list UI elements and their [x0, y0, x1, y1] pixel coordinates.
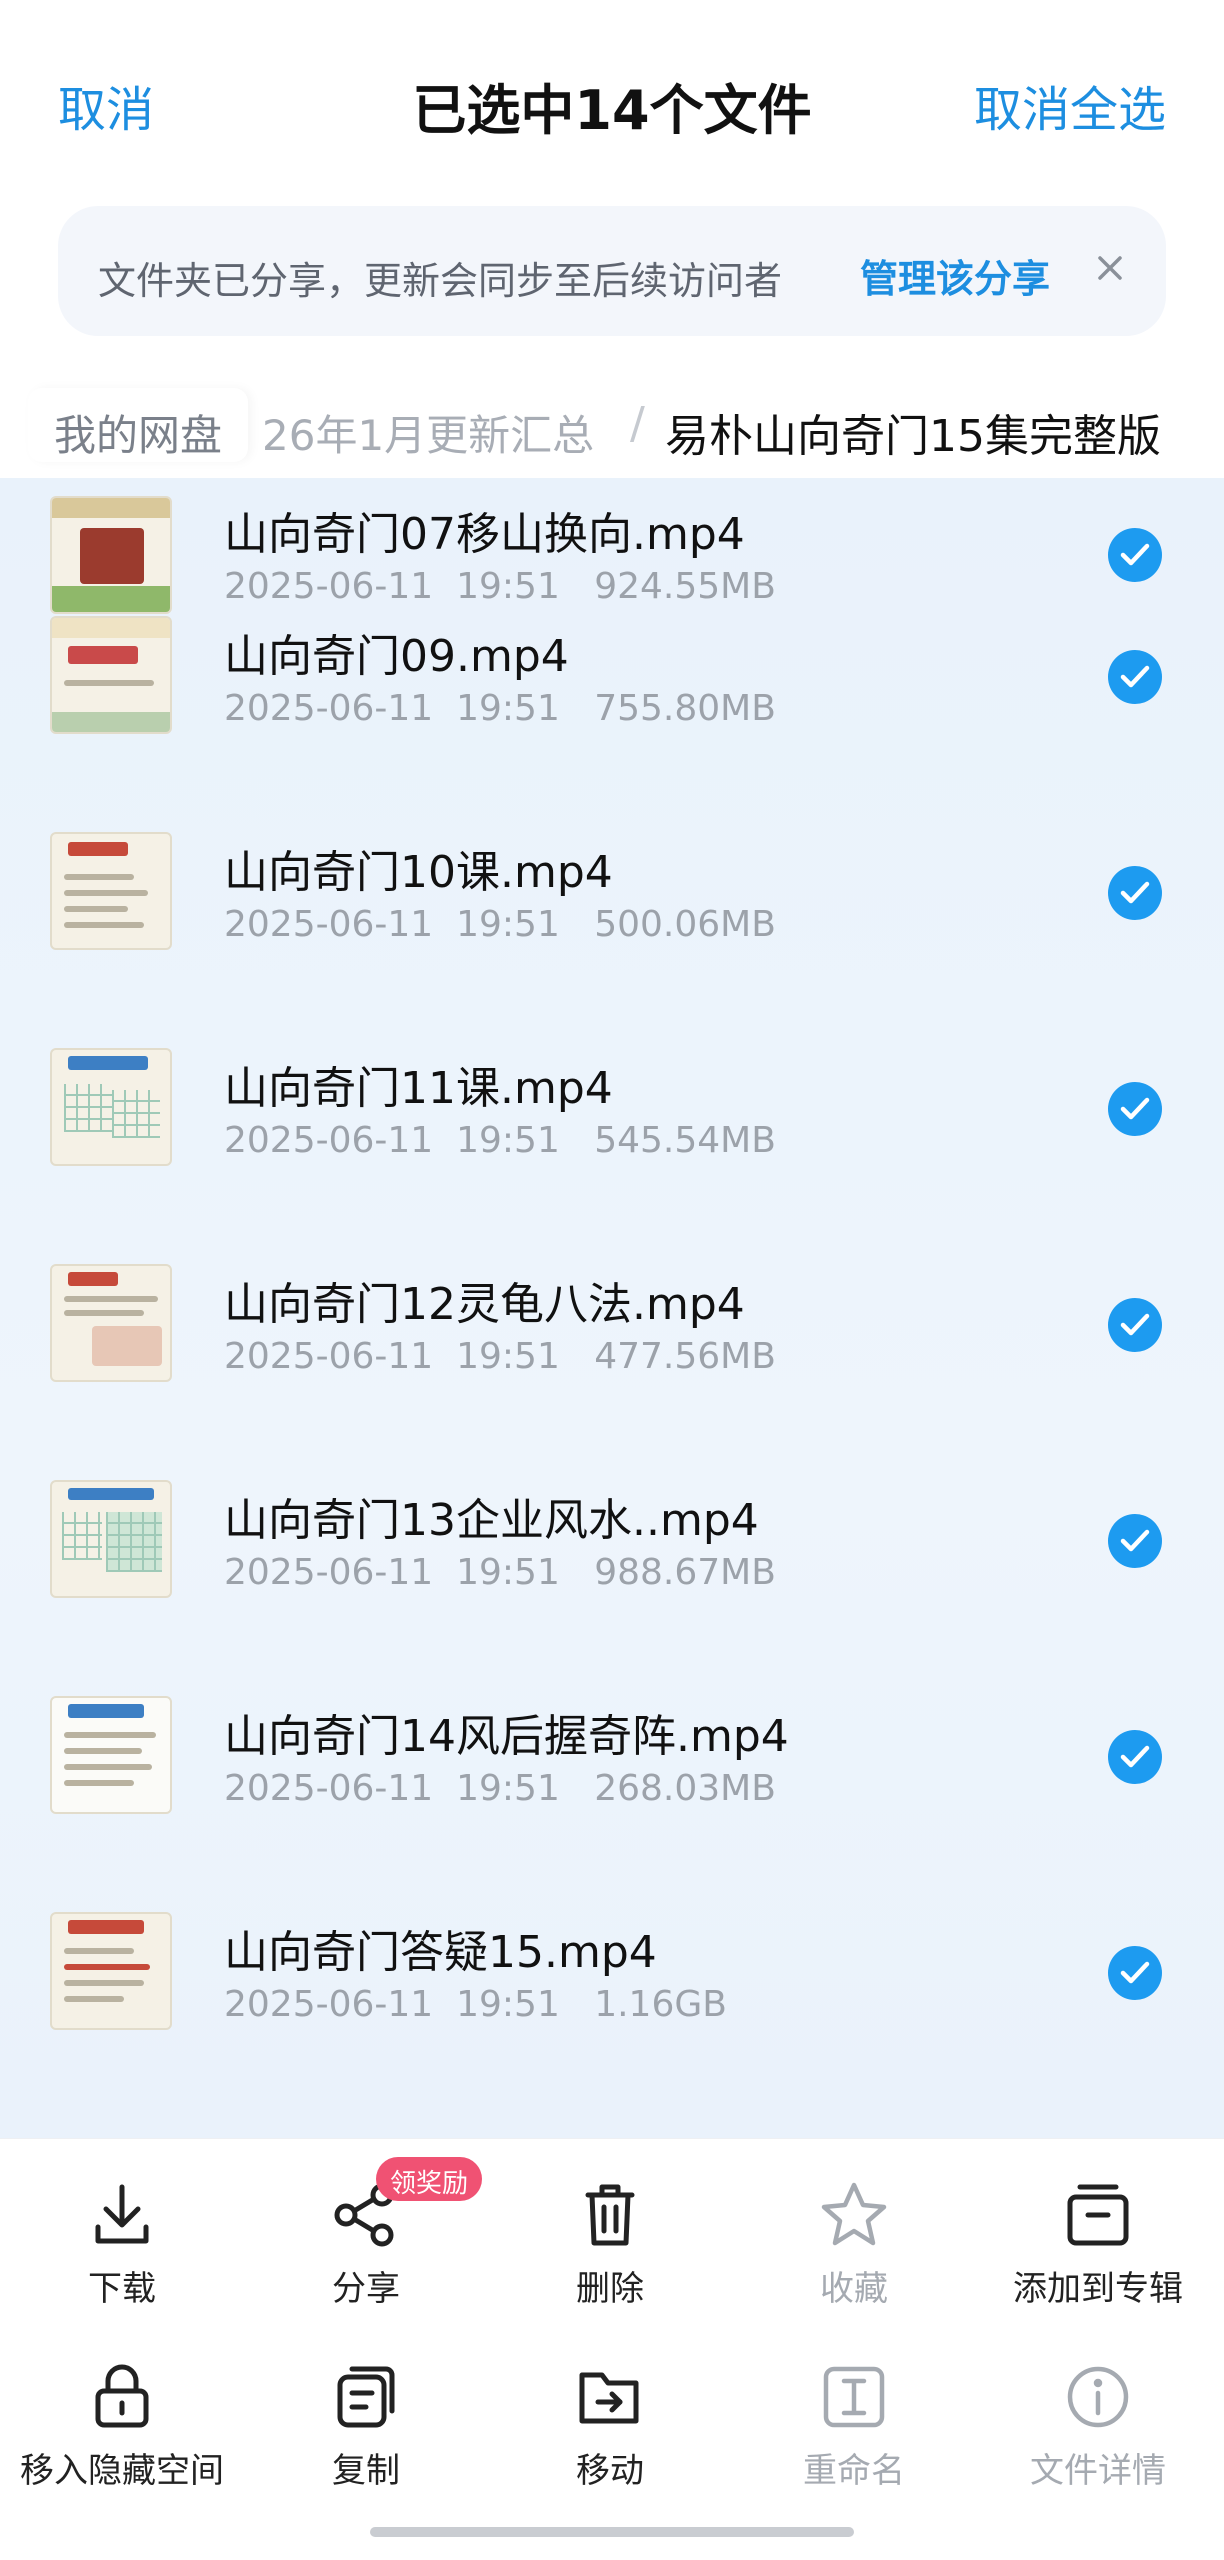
checkbox-checked-icon[interactable]: [1108, 1082, 1162, 1136]
move-button[interactable]: 移动: [488, 2361, 732, 2492]
checkbox-checked-icon[interactable]: [1108, 1730, 1162, 1784]
action-label: 分享: [332, 2269, 400, 2309]
action-label: 添加到专辑: [1013, 2269, 1183, 2309]
breadcrumb-current: 易朴山向奇门15集完整版: [665, 411, 1161, 462]
download-button[interactable]: 下载: [0, 2179, 244, 2310]
video-thumbnail: [50, 1048, 172, 1166]
file-name: 山向奇门答疑15.mp4: [224, 1927, 657, 1978]
manage-share-link[interactable]: 管理该分享: [860, 248, 1050, 303]
reward-badge: 领奖励: [376, 2157, 483, 2201]
action-label: 重命名: [803, 2451, 905, 2491]
share-banner-text: 文件夹已分享，更新会同步至后续访问者: [98, 259, 783, 303]
copy-icon: [330, 2361, 402, 2433]
action-label: 移入隐藏空间: [20, 2451, 224, 2491]
delete-button[interactable]: 删除: [488, 2179, 732, 2310]
file-name: 山向奇门09.mp4: [224, 631, 569, 682]
list-item[interactable]: 山向奇门07移山换向.mp4 2025-06-11 19:51 924.55MB: [0, 478, 1224, 616]
trash-icon: [574, 2179, 646, 2251]
checkbox-checked-icon[interactable]: [1108, 1298, 1162, 1352]
action-bar: 下载 分享 领奖励 删除 收藏 添加到专辑 移入隐藏空间 复制 移动 重命名 文…: [0, 2138, 1224, 2560]
action-label: 文件详情: [1030, 2451, 1166, 2491]
checkbox-checked-icon[interactable]: [1108, 866, 1162, 920]
file-meta: 2025-06-11 19:51 545.54MB: [224, 1120, 776, 1161]
home-indicator[interactable]: [370, 2527, 854, 2537]
list-item[interactable]: 山向奇门11课.mp4 2025-06-11 19:51 545.54MB: [0, 1048, 1224, 1264]
add-to-album-button[interactable]: 添加到专辑: [976, 2179, 1220, 2310]
file-list[interactable]: 山向奇门07移山换向.mp4 2025-06-11 19:51 924.55MB…: [0, 478, 1224, 2138]
file-meta: 2025-06-11 19:51 477.56MB: [224, 1336, 776, 1377]
share-banner: 文件夹已分享，更新会同步至后续访问者 管理该分享: [58, 206, 1166, 336]
breadcrumb: 26年1月更新汇总 我的网盘 / 易朴山向奇门15集完整版: [0, 380, 1224, 472]
rename-button[interactable]: 重命名: [732, 2361, 976, 2492]
lock-icon: [86, 2361, 158, 2433]
deselect-all-button[interactable]: 取消全选: [974, 70, 1166, 140]
video-thumbnail: [50, 1912, 172, 2030]
list-item[interactable]: 山向奇门答疑15.mp4 2025-06-11 19:51 1.16GB: [0, 1912, 1224, 2128]
file-details-button[interactable]: 文件详情: [976, 2361, 1220, 2492]
move-icon: [574, 2361, 646, 2433]
file-name: 山向奇门12灵龟八法.mp4: [224, 1279, 745, 1330]
checkbox-checked-icon[interactable]: [1108, 1514, 1162, 1568]
breadcrumb-folder[interactable]: 26年1月更新汇总: [262, 402, 594, 463]
breadcrumb-root[interactable]: 我的网盘: [28, 388, 249, 462]
file-name: 山向奇门11课.mp4: [224, 1063, 613, 1114]
file-name: 山向奇门10课.mp4: [224, 847, 613, 898]
file-meta: 2025-06-11 19:51 755.80MB: [224, 688, 776, 729]
checkbox-checked-icon[interactable]: [1108, 528, 1162, 582]
top-bar: 取消 已选中14个文件 取消全选: [0, 0, 1224, 200]
video-thumbnail: [50, 832, 172, 950]
star-icon: [818, 2179, 890, 2251]
video-thumbnail: [50, 1696, 172, 1814]
checkbox-checked-icon[interactable]: [1108, 650, 1162, 704]
move-to-hidden-space-button[interactable]: 移入隐藏空间: [0, 2361, 244, 2492]
file-meta: 2025-06-11 19:51 268.03MB: [224, 1768, 776, 1809]
favorite-button[interactable]: 收藏: [732, 2179, 976, 2310]
checkbox-checked-icon[interactable]: [1108, 1946, 1162, 2000]
album-icon: [1062, 2179, 1134, 2251]
file-name: 山向奇门14风后握奇阵.mp4: [224, 1711, 789, 1762]
video-thumbnail: [50, 1480, 172, 1598]
action-label: 复制: [332, 2451, 400, 2491]
download-icon: [86, 2179, 158, 2251]
action-label: 移动: [576, 2451, 644, 2491]
list-item[interactable]: 山向奇门10课.mp4 2025-06-11 19:51 500.06MB: [0, 832, 1224, 1048]
list-item[interactable]: 山向奇门12灵龟八法.mp4 2025-06-11 19:51 477.56MB: [0, 1264, 1224, 1480]
file-meta: 2025-06-11 19:51 988.67MB: [224, 1552, 776, 1593]
close-icon[interactable]: [1088, 246, 1132, 290]
file-meta: 2025-06-11 19:51 1.16GB: [224, 1984, 727, 2025]
file-name: 山向奇门13企业风水..mp4: [224, 1495, 759, 1546]
file-meta: 2025-06-11 19:51 500.06MB: [224, 904, 776, 945]
action-label: 下载: [88, 2269, 156, 2309]
list-item[interactable]: 山向奇门13企业风水..mp4 2025-06-11 19:51 988.67M…: [0, 1480, 1224, 1696]
video-thumbnail: [50, 496, 172, 614]
video-thumbnail: [50, 1264, 172, 1382]
action-label: 删除: [576, 2269, 644, 2309]
file-name: 山向奇门07移山换向.mp4: [224, 509, 745, 560]
breadcrumb-separator: /: [630, 398, 645, 449]
file-meta: 2025-06-11 19:51 924.55MB: [224, 566, 776, 607]
list-item[interactable]: 山向奇门09.mp4 2025-06-11 19:51 755.80MB: [0, 616, 1224, 832]
video-thumbnail: [50, 616, 172, 734]
info-icon: [1062, 2361, 1134, 2433]
copy-button[interactable]: 复制: [244, 2361, 488, 2492]
list-item[interactable]: 山向奇门14风后握奇阵.mp4 2025-06-11 19:51 268.03M…: [0, 1696, 1224, 1912]
rename-icon: [818, 2361, 890, 2433]
action-label: 收藏: [820, 2269, 888, 2309]
